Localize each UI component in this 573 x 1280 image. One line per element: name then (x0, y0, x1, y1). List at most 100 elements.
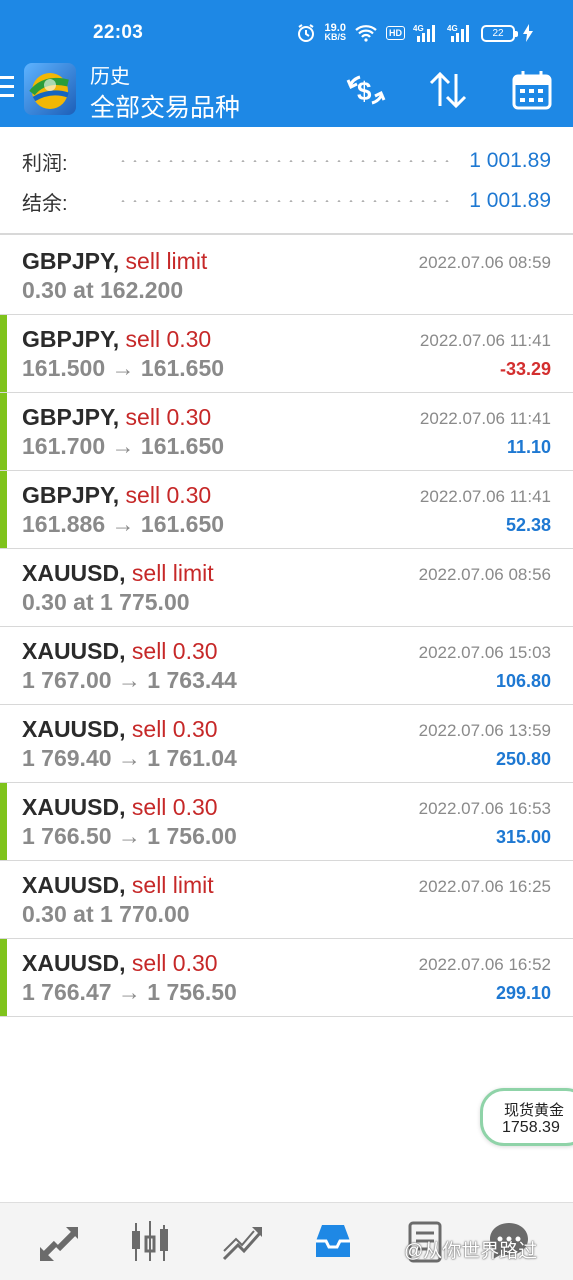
trade-action: sell 0.30 (125, 482, 212, 508)
trade-history-list: GBPJPY, sell limit 0.30 at 162.200 2022.07… (0, 237, 573, 1017)
trade-action: sell limit (125, 248, 208, 274)
trade-marker-bar (0, 783, 7, 860)
trade-time: 2022.07.06 13:59 (418, 721, 551, 740)
trade-time: 2022.07.06 11:41 (419, 487, 551, 506)
trade-row[interactable]: XAUUSD, sell limit 0.30 at 1 770.00 2022.0… (0, 861, 573, 939)
trade-prices: 1 769.40 → 1 761.04 (22, 745, 237, 771)
trade-prices: 1 767.00 → 1 763.44 (22, 667, 237, 693)
trade-action: sell 0.30 (131, 794, 218, 820)
status-icons: 19.0 KB/S HD 4G 4G 22 (296, 20, 533, 46)
signal-1-label: 4G (413, 24, 424, 33)
symbol-filter[interactable]: 全部交易品种 (90, 88, 240, 124)
watermark: @从你世界路过 (404, 1241, 538, 1262)
trade-symbol: XAUUSD, (22, 716, 126, 742)
trade-title: GBPJPY, sell 0.30 (22, 404, 211, 431)
trade-row[interactable]: GBPJPY, sell 0.30 161.700 → 161.650 2022.0… (0, 393, 573, 471)
trade-symbol: XAUUSD, (22, 950, 126, 976)
trade-prices: 0.30 at 1 770.00 (22, 901, 190, 927)
menu-button[interactable] (0, 74, 18, 104)
trade-title: GBPJPY, sell 0.30 (22, 326, 211, 353)
trade-symbol: XAUUSD, (22, 638, 126, 664)
trade-marker-bar (0, 471, 7, 548)
trade-prices: 161.700 → 161.650 (22, 433, 225, 459)
trade-title: XAUUSD, sell limit (22, 872, 214, 899)
trade-icon[interactable] (220, 1219, 266, 1265)
trade-symbol: GBPJPY, (22, 482, 120, 508)
net-speed-unit: KB/S (324, 32, 346, 42)
trade-row[interactable]: XAUUSD, sell 0.30 1 769.40 → 1 761.04 2022… (0, 705, 573, 783)
trade-row[interactable]: GBPJPY, sell 0.30 161.886 → 161.650 2022.0… (0, 471, 573, 549)
trade-time: 2022.07.06 11:41 (419, 409, 551, 428)
trade-time: 2022.07.06 08:59 (418, 253, 551, 272)
trade-symbol: GBPJPY, (22, 404, 120, 430)
trade-prices: 0.30 at 1 775.00 (22, 589, 190, 615)
hd-icon: HD (386, 26, 405, 40)
history-icon[interactable] (310, 1219, 356, 1265)
trade-title: GBPJPY, sell 0.30 (22, 482, 211, 509)
page-title: 历史 (90, 66, 130, 88)
trade-row[interactable]: XAUUSD, sell 0.30 1 767.00 → 1 763.44 2022… (0, 627, 573, 705)
sort-icon[interactable] (426, 68, 470, 112)
trade-time: 2022.07.06 16:53 (418, 799, 551, 818)
trade-title: GBPJPY, sell limit (22, 248, 207, 275)
trade-action: sell 0.30 (131, 638, 218, 664)
trade-title: XAUUSD, sell 0.30 (22, 638, 218, 665)
trade-action: sell 0.30 (125, 326, 212, 352)
trade-time: 2022.07.06 11:41 (419, 331, 551, 350)
trade-profit: 11.10 (506, 437, 551, 457)
trade-title: XAUUSD, sell 0.30 (22, 950, 218, 977)
balance-value: 1 001.89 (469, 189, 551, 212)
floating-quote[interactable]: 现货黄金 1758.39 (480, 1088, 573, 1146)
charging-icon (523, 24, 533, 42)
app-header: 22:03 19.0 KB/S HD 4G 4G 22 历史 全部交易品种 $ (0, 0, 573, 127)
trade-row[interactable]: XAUUSD, sell 0.30 1 766.50 → 1 756.00 2022… (0, 783, 573, 861)
trade-action: sell 0.30 (125, 404, 212, 430)
trade-symbol: XAUUSD, (22, 872, 126, 898)
trade-symbol: GBPJPY, (22, 326, 120, 352)
trade-prices: 1 766.50 → 1 756.00 (22, 823, 237, 849)
calendar-icon[interactable] (510, 68, 554, 112)
trade-row[interactable]: GBPJPY, sell limit 0.30 at 162.200 2022.07… (0, 237, 573, 315)
trade-prices: 0.30 at 162.200 (22, 277, 184, 303)
trade-action: sell limit (131, 872, 214, 898)
trade-prices: 1 766.47 → 1 756.50 (22, 979, 237, 1005)
balance-label: 结余: (22, 192, 68, 215)
wifi-icon (354, 24, 378, 42)
trade-time: 2022.07.06 15:03 (418, 643, 551, 662)
trade-time: 2022.07.06 16:25 (418, 877, 551, 896)
currency-exchange-icon[interactable]: $ (344, 68, 388, 112)
signal-icon: 4G (413, 23, 439, 43)
signal-2-label: 4G (447, 24, 458, 33)
trade-prices: 161.886 → 161.650 (22, 511, 225, 537)
quote-price: 1758.39 (502, 1119, 560, 1136)
chart-icon[interactable] (128, 1219, 174, 1265)
alarm-icon (296, 23, 316, 43)
mt-history-screen: 22:03 19.0 KB/S HD 4G 4G 22 历史 全部交易品种 $ … (0, 0, 573, 1280)
trade-title: XAUUSD, sell 0.30 (22, 794, 218, 821)
trade-symbol: GBPJPY, (22, 248, 120, 274)
trade-action: sell limit (131, 560, 214, 586)
trade-row[interactable]: GBPJPY, sell 0.30 161.500 → 161.650 2022.0… (0, 315, 573, 393)
trade-profit: 299.10 (495, 983, 551, 1003)
trade-title: XAUUSD, sell limit (22, 560, 214, 587)
trade-marker-bar (0, 939, 7, 1016)
profit-value: 1 001.89 (469, 149, 551, 172)
trade-row[interactable]: XAUUSD, sell 0.30 1 766.47 → 1 756.50 2022… (0, 939, 573, 1017)
trade-profit: -33.29 (499, 359, 551, 379)
trade-profit: 52.38 (505, 515, 551, 535)
quotes-icon[interactable] (36, 1219, 82, 1265)
trade-row[interactable]: XAUUSD, sell limit 0.30 at 1 775.00 2022.0… (0, 549, 573, 627)
trade-marker-bar (0, 315, 7, 392)
trade-profit: 250.80 (495, 749, 551, 769)
trade-symbol: XAUUSD, (22, 560, 126, 586)
trade-action: sell 0.30 (131, 716, 218, 742)
trade-title: XAUUSD, sell 0.30 (22, 716, 218, 743)
metatrader-logo (24, 63, 76, 115)
status-time: 22:03 (93, 22, 144, 43)
net-speed: 19.0 KB/S (324, 23, 346, 42)
battery-icon: 22 (481, 24, 518, 42)
trade-time: 2022.07.06 08:56 (418, 565, 551, 584)
trade-prices: 161.500 → 161.650 (22, 355, 225, 381)
trade-action: sell 0.30 (131, 950, 218, 976)
svg-text:$: $ (357, 76, 372, 106)
